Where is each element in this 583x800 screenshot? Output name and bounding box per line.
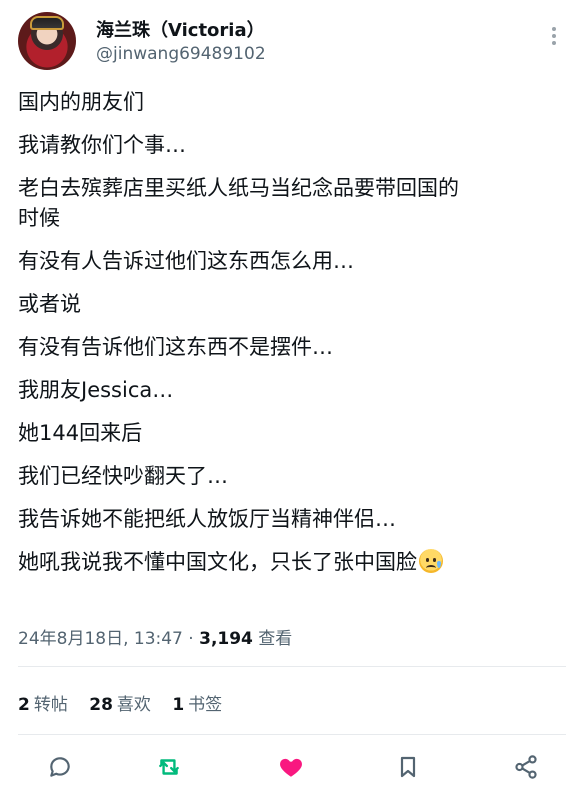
tweet-text: 国内的朋友们 我请教你们个事… 老白去殡葬店里买纸人纸马当纪念品要带回国的 时候…: [18, 87, 566, 590]
tweet-line: 有没有人告诉过他们这东西怎么用…: [18, 249, 354, 273]
share-button[interactable]: [506, 747, 546, 787]
tweet-line: 或者说: [18, 292, 81, 316]
likes-label: 喜欢: [116, 695, 151, 715]
likes-stat[interactable]: 28 喜欢: [89, 695, 151, 715]
meta-separator: ·: [182, 629, 200, 649]
author-name[interactable]: 海兰珠（Victoria）: [96, 16, 265, 42]
tweet-line: 时候: [18, 206, 60, 230]
bookmarks-count: 1: [172, 695, 185, 715]
bookmarks-label: 书签: [188, 695, 223, 715]
more-options-icon[interactable]: [544, 24, 564, 52]
like-icon: [280, 758, 302, 777]
views-count: 3,194: [199, 629, 253, 649]
reposts-count: 2: [18, 695, 30, 715]
retweet-icon: [159, 759, 179, 775]
reposts-stat[interactable]: 2 转帖: [18, 695, 68, 715]
tweet-line: 国内的朋友们: [18, 90, 144, 114]
reply-icon: [50, 757, 70, 777]
bookmark-button[interactable]: [388, 747, 428, 787]
tweet-line: 我们已经快吵翻天了…: [18, 464, 228, 488]
tweet-line: 老白去殡葬店里买纸人纸马当纪念品要带回国的: [18, 176, 459, 200]
tweet-line: 我告诉她不能把纸人放饭厅当精神伴侣…: [18, 507, 396, 531]
views-label: 查看: [252, 629, 293, 649]
avatar-headdress: [30, 16, 64, 30]
bookmarks-stat[interactable]: 1 书签: [172, 695, 222, 715]
tweet-line: 我请教你们个事…: [18, 133, 186, 157]
tweet-line-last: 她吼我说我不懂中国文化，只长了张中国脸: [18, 547, 566, 577]
divider: [18, 734, 566, 735]
like-button[interactable]: [271, 747, 311, 787]
likes-count: 28: [89, 695, 113, 715]
reposts-label: 转帖: [33, 695, 68, 715]
action-bar: [18, 747, 566, 787]
avatar[interactable]: [18, 12, 76, 70]
tweet-line: 有没有告诉他们这东西不是摆件…: [18, 335, 333, 359]
author-handle[interactable]: @jinwang69489102: [96, 44, 266, 64]
tweet-line: 她144回来后: [18, 421, 143, 445]
engagement-stats: 2 转帖 28 喜欢 1 书签: [18, 690, 238, 715]
sad-relieved-face-emoji-icon: [419, 549, 443, 573]
retweet-button[interactable]: [149, 747, 189, 787]
reply-button[interactable]: [40, 747, 80, 787]
divider: [18, 666, 566, 667]
tweet-meta: 24年8月18日, 13:47 · 3,194 查看: [18, 624, 292, 649]
tweet-line-text: 她吼我说我不懂中国文化，只长了张中国脸: [18, 550, 417, 574]
tweet-line: 我朋友Jessica…: [18, 378, 174, 402]
tweet-datetime[interactable]: 24年8月18日, 13:47: [18, 629, 183, 649]
tweet-header: 海兰珠（Victoria） @jinwang69489102: [18, 12, 568, 74]
bookmark-icon: [400, 756, 416, 778]
share-icon: [515, 755, 537, 779]
